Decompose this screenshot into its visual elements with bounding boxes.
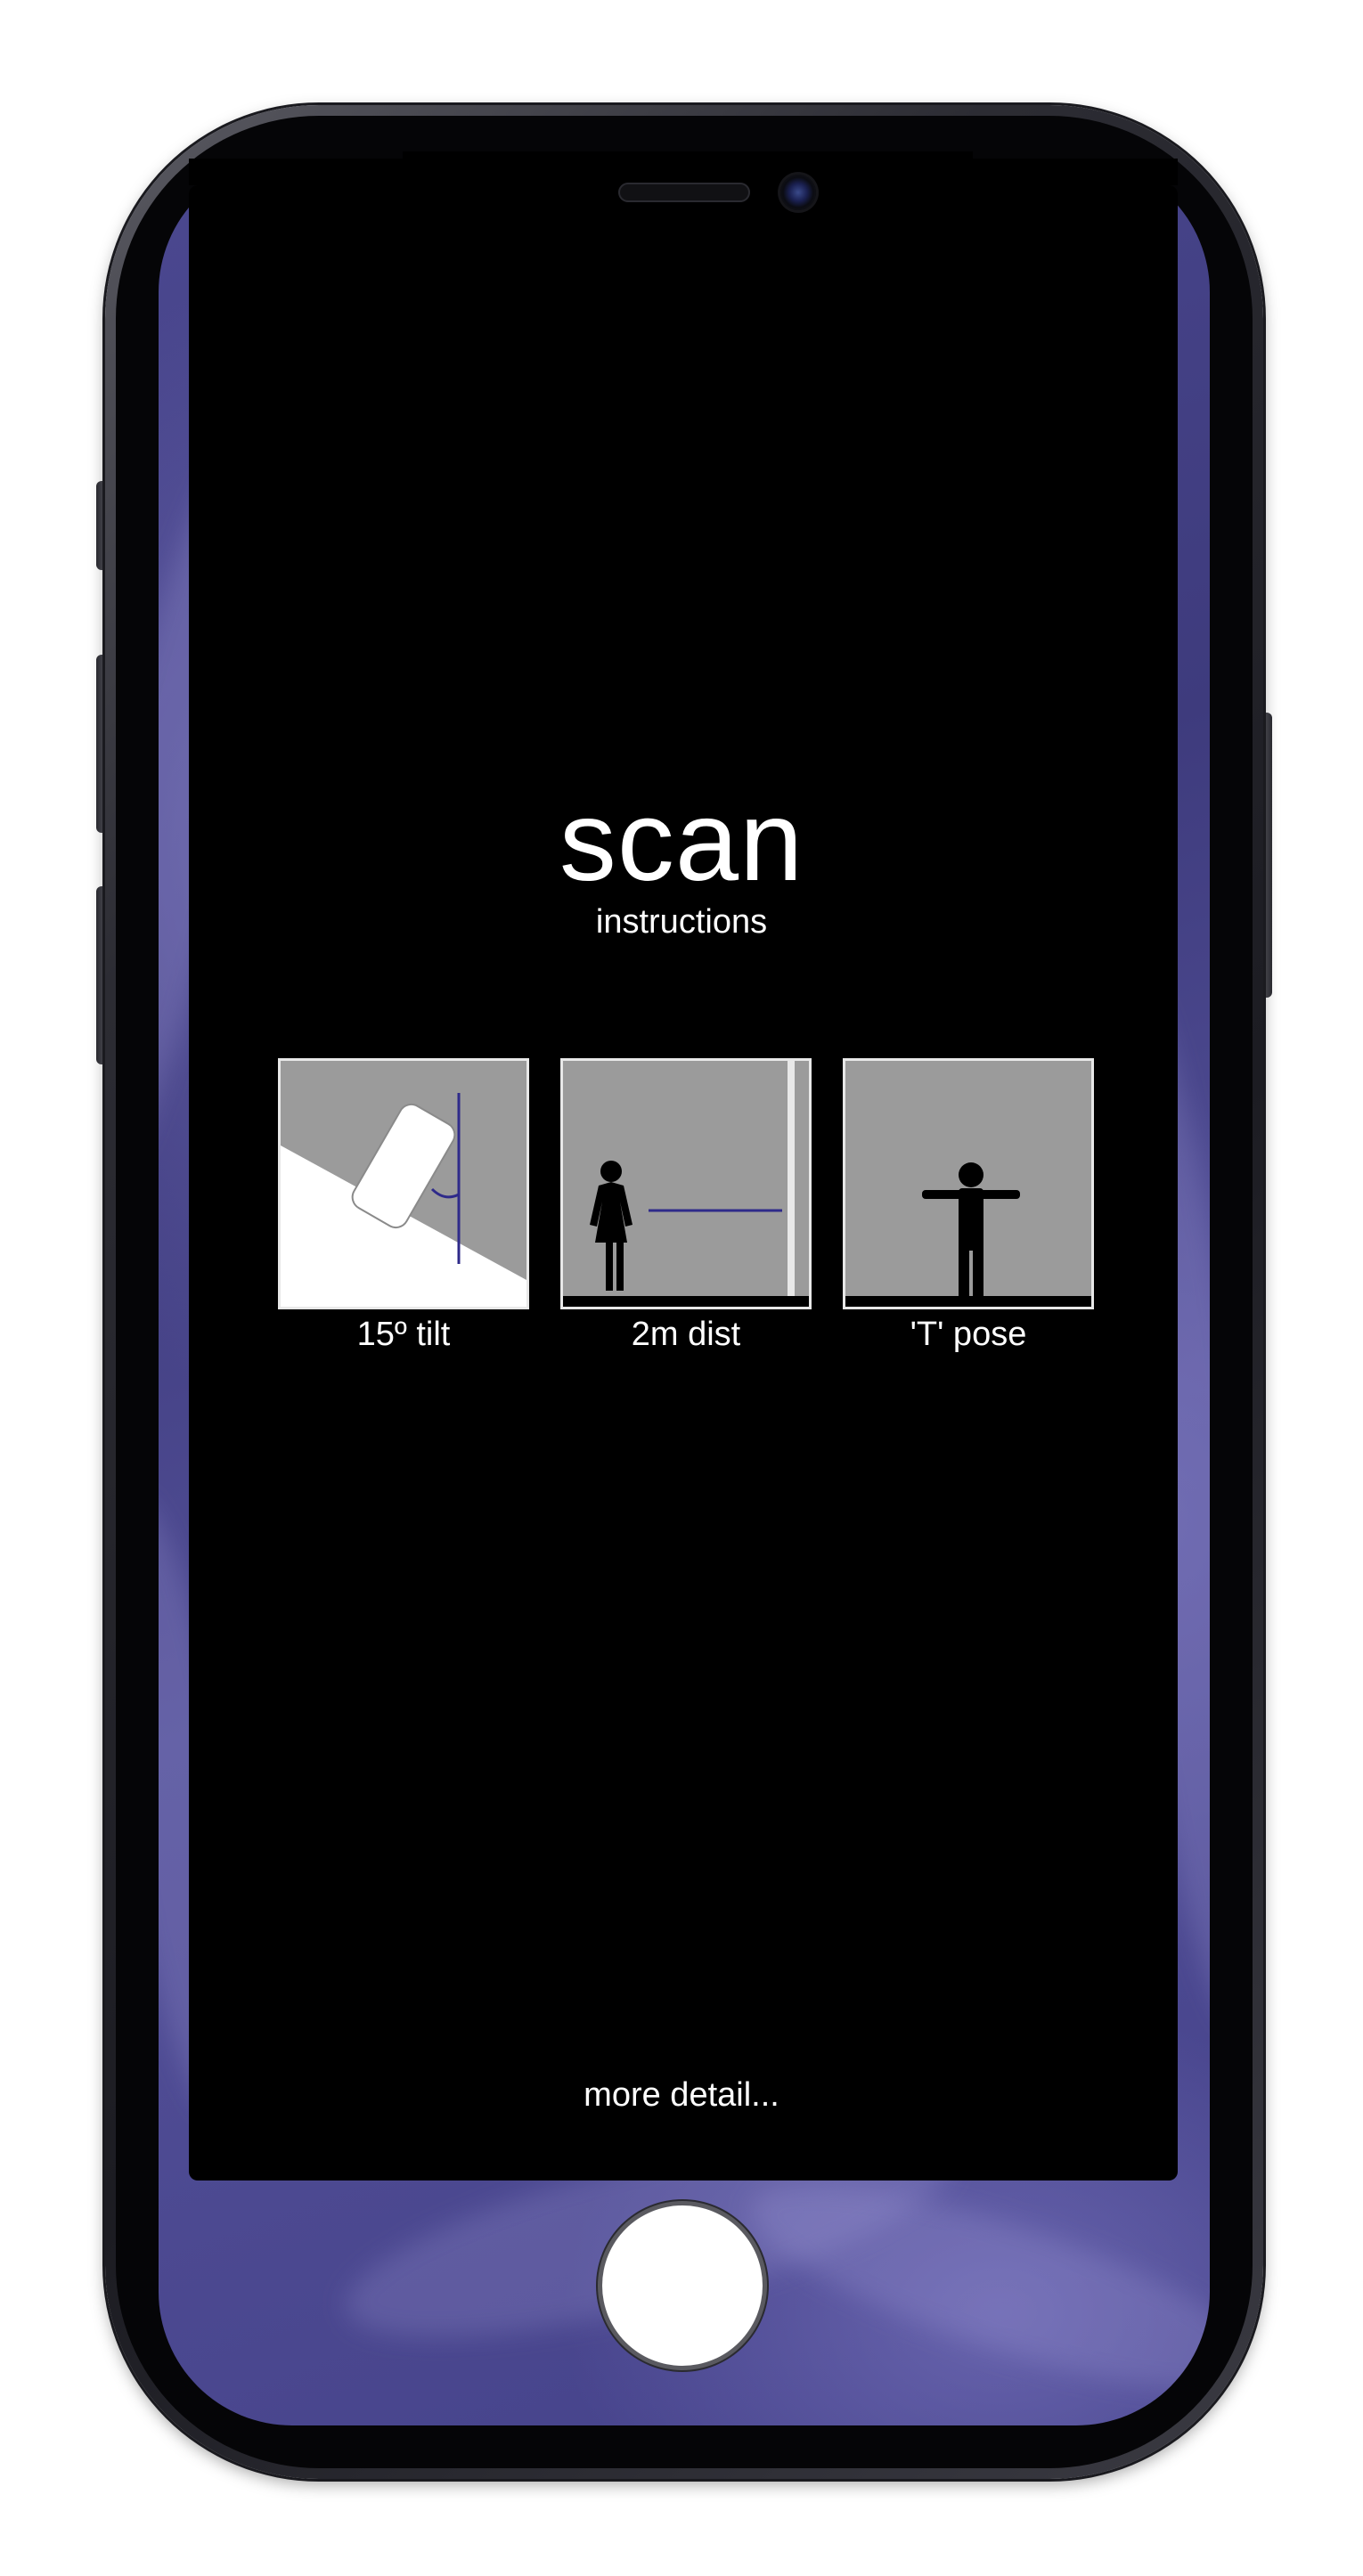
app-title: scan xyxy=(559,778,804,905)
distance-instruction-tile[interactable] xyxy=(560,1058,812,1309)
status-area-center xyxy=(403,151,973,187)
front-camera-icon xyxy=(780,175,816,210)
phone-tilt-icon xyxy=(281,1061,526,1307)
app-subtitle: instructions xyxy=(595,903,768,941)
t-pose-instruction-tile[interactable] xyxy=(843,1058,1094,1309)
t-pose-instruction-label: 'T' pose xyxy=(910,1316,1027,1353)
tilt-instruction-label: 15º tilt xyxy=(356,1316,451,1353)
distance-instruction-label: 2m dist xyxy=(631,1316,741,1353)
status-area-left xyxy=(189,159,403,185)
person-distance-icon xyxy=(563,1061,809,1307)
t-pose-icon xyxy=(845,1061,1091,1307)
status-area-right xyxy=(973,159,1178,185)
more-detail-link[interactable]: more detail... xyxy=(0,2074,1363,2116)
home-button[interactable] xyxy=(602,2205,763,2366)
device-mockup: scan instructions 15º tilt 2m dist 'T' p… xyxy=(0,0,1363,2576)
tilt-instruction-tile[interactable] xyxy=(278,1058,529,1309)
earpiece-speaker xyxy=(618,183,750,202)
